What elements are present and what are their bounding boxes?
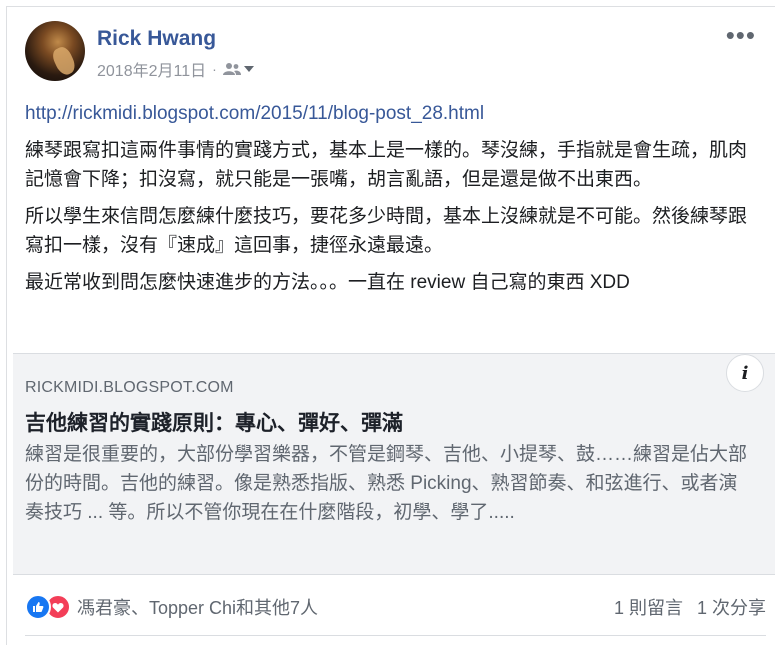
reaction-icons [25, 594, 71, 620]
author-name[interactable]: Rick Hwang [97, 27, 216, 51]
comment-count[interactable]: 1 則留言 [614, 594, 683, 620]
post-paragraph: 所以學生來信問怎麼練什麼技巧，要花多少時間，基本上沒練就是不可能。然後練琴跟寫扣… [25, 206, 748, 256]
post-date[interactable]: 2018年2月11日 [97, 57, 206, 81]
meta-separator: · [212, 61, 217, 77]
post-paragraph: 練琴跟寫扣這兩件事情的實踐方式，基本上是一樣的。琴沒練，手指就是會生疏，肌肉記憶… [25, 140, 748, 190]
link-preview-description: 練習是很重要的，大部份學習樂器，不管是鋼琴、吉他、小提琴、鼓……練習是佔大部份的… [25, 444, 748, 523]
link-preview-title[interactable]: 吉他練習的實踐原則：專心、彈好、彈滿 [25, 407, 403, 437]
chevron-down-icon [243, 66, 254, 72]
post-card: Rick Hwang 2018年2月11日 · ••• http://rickm… [6, 6, 775, 645]
reactions-summary[interactable]: 馮君豪、Topper Chi和其他7人 [25, 594, 318, 620]
avatar[interactable] [25, 21, 85, 81]
divider [25, 635, 766, 636]
link-preview-card[interactable]: i RICKMIDI.BLOGSPOT.COM 吉他練習的實踐原則：專心、彈好、… [13, 353, 775, 575]
engagement-counts: 1 則留言 1 次分享 [614, 594, 766, 620]
post-header: Rick Hwang 2018年2月11日 · ••• [25, 21, 766, 87]
share-count[interactable]: 1 次分享 [697, 594, 766, 620]
reactors-text[interactable]: 馮君豪、Topper Chi和其他7人 [77, 594, 318, 620]
link-preview-domain: RICKMIDI.BLOGSPOT.COM [25, 379, 234, 396]
more-horizontal-icon[interactable]: ••• [726, 22, 756, 48]
post-paragraph: 最近常收到問怎麼快速進步的方法。。。一直在 review 自己寫的東西 XDD [25, 272, 630, 293]
like-icon [25, 594, 51, 620]
post-link[interactable]: http://rickmidi.blogspot.com/2015/11/blo… [25, 103, 484, 124]
post-body: http://rickmidi.blogspot.com/2015/11/blo… [25, 99, 765, 305]
audience-selector[interactable] [222, 62, 254, 76]
info-icon[interactable]: i [726, 354, 764, 392]
avatar-photo [49, 44, 79, 78]
friends-icon [222, 63, 241, 75]
post-meta: 2018年2月11日 · [97, 57, 254, 81]
post-footer: 馮君豪、Topper Chi和其他7人 1 則留言 1 次分享 [25, 589, 766, 625]
